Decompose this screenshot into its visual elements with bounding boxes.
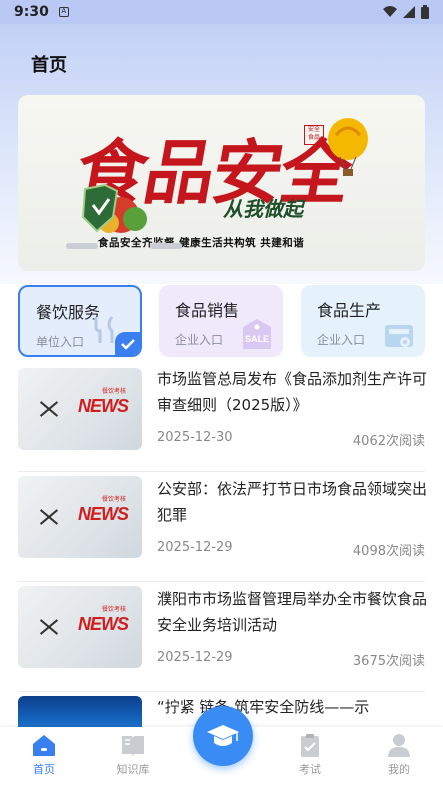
category-card-sales[interactable]: 食品销售 企业入口 SALE: [159, 285, 283, 357]
news-title: 公安部：依法严打节日市场食品领域突出犯罪: [157, 480, 428, 524]
banner-seal: 安全 食品: [304, 125, 324, 145]
news-title: 市场监管总局发布《食品添加剂生产许可审查细则（2025版）》: [157, 370, 428, 414]
user-icon: [388, 734, 410, 757]
news-thumb-word: NEWS: [78, 504, 129, 524]
banner-caption: 食品安全齐监督 健康生活共构筑 共建和谐: [98, 237, 305, 249]
news-thumb-word: NEWS: [78, 614, 129, 634]
clipboard-icon: [301, 734, 319, 757]
news-title: 濮阳市市场监督管理局举办全市餐饮食品安全业务培训活动: [157, 590, 428, 634]
selected-check: [115, 332, 140, 355]
check-icon: [121, 339, 135, 350]
news-thumb-tag: 餐饮考核: [101, 388, 126, 395]
news-thumbnail: 餐饮考核 NEWS: [18, 476, 142, 558]
status-bar: 9:30 A: [0, 0, 443, 24]
tab-home[interactable]: 首页: [14, 733, 74, 777]
news-title: “拧紧 链条 筑牢安全防线——示: [157, 698, 370, 716]
signal-icon: [403, 6, 415, 18]
news-thumbnail: 餐饮考核 NEWS: [18, 368, 142, 450]
news-date: 2025-12-29: [157, 650, 233, 665]
sale-badge: SALE: [245, 334, 269, 344]
tab-exam[interactable]: 考试: [280, 733, 340, 777]
news-date: 2025-12-29: [157, 540, 233, 555]
tab-knowledge[interactable]: 知识库: [103, 733, 163, 777]
news-item[interactable]: 餐饮考核 NEWS 公安部：依法严打节日市场食品领域突出犯罪 2025-12-2…: [18, 472, 428, 582]
news-read-count: 3675次阅读: [352, 654, 425, 669]
status-icons: [383, 5, 429, 19]
category-card-catering[interactable]: 餐饮服务 单位入口: [18, 285, 142, 357]
category-card-production[interactable]: 食品生产 企业入口: [301, 285, 425, 357]
page-title: 首页: [31, 55, 67, 76]
news-date: 2025-12-30: [157, 430, 233, 445]
sale-tag-icon: SALE: [243, 319, 271, 349]
notification-icon: A: [58, 7, 69, 17]
shield-icon: [81, 183, 147, 233]
home-icon: [33, 735, 55, 756]
news-item[interactable]: 餐饮考核 NEWS 市场监管总局发布《食品添加剂生产许可审查细则（2025版）》…: [18, 362, 428, 472]
tab-profile[interactable]: 我的: [369, 733, 429, 777]
tab-label: 考试: [299, 763, 321, 776]
status-time: 9:30: [14, 4, 49, 20]
news-read-count: 4062次阅读: [352, 434, 425, 449]
news-item[interactable]: 餐饮考核 NEWS 濮阳市市场监督管理局举办全市餐饮食品安全业务培训活动 202…: [18, 582, 428, 692]
news-thumb-word: NEWS: [78, 396, 129, 416]
exam-center-button[interactable]: [193, 706, 253, 766]
tab-label: 我的: [388, 763, 410, 776]
machine-icon: [385, 325, 413, 347]
wifi-icon: [383, 6, 397, 17]
news-thumb-tag: 餐饮考核: [101, 606, 126, 613]
news-thumb-tag: 餐饮考核: [101, 496, 126, 503]
carousel-dot[interactable]: [150, 243, 182, 249]
book-icon: [122, 736, 144, 756]
news-read-count: 4098次阅读: [352, 544, 425, 559]
balloon-icon: [328, 118, 368, 176]
category-title: 食品生产: [317, 301, 382, 320]
banner-subtitle: 从我做起: [223, 197, 303, 221]
battery-icon: [421, 5, 429, 19]
tab-label: 首页: [33, 763, 55, 776]
tab-label: 知识库: [116, 763, 150, 776]
carousel-dot[interactable]: [66, 243, 98, 249]
news-thumbnail: 餐饮考核 NEWS: [18, 586, 142, 668]
graduation-cap-icon: [207, 725, 239, 746]
